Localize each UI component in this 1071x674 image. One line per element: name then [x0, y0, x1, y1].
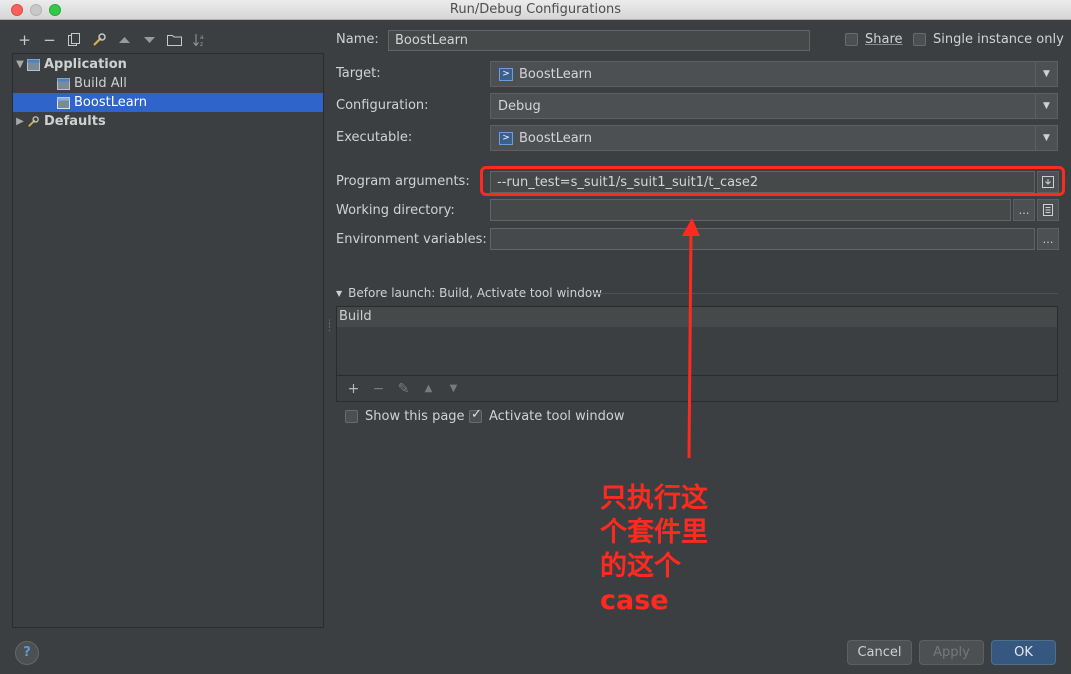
svg-text:a: a [200, 34, 204, 41]
splitter-handle[interactable]: ⋮ ⋮ [325, 320, 334, 333]
move-up-icon[interactable]: ▲ [416, 383, 441, 394]
program-arguments-label: Program arguments: [336, 174, 470, 189]
chevron-down-icon[interactable]: ▼ [1035, 62, 1057, 86]
chevron-down-icon[interactable]: ▼ [1035, 126, 1057, 150]
share-checkbox-box[interactable] [845, 33, 858, 46]
single-instance-checkbox-box[interactable] [913, 33, 926, 46]
executable-icon: > [499, 67, 513, 81]
help-button[interactable]: ? [15, 641, 39, 665]
tree-item-build-all[interactable]: Build All [13, 74, 323, 93]
chevron-down-icon[interactable]: ▼ [1035, 94, 1057, 118]
activate-tool-window-checkbox[interactable]: Activate tool window [469, 407, 625, 424]
wrench-icon [28, 115, 39, 127]
name-field[interactable]: BoostLearn [388, 30, 810, 51]
single-instance-checkbox[interactable]: Single instance only [913, 32, 1064, 47]
configuration-label: Configuration: [336, 98, 429, 113]
environment-variables-label: Environment variables: [336, 232, 487, 247]
working-directory-label: Working directory: [336, 203, 455, 218]
config-tree: ▼ Application Build All BoostLearn ▶ Def… [12, 53, 324, 628]
activate-label: Activate tool window [489, 409, 625, 424]
show-page-checkbox[interactable]: Show this page [345, 409, 465, 424]
browse-button[interactable]: … [1013, 199, 1035, 221]
annotation-arrow-icon [682, 218, 700, 459]
window-title: Run/Debug Configurations [449, 2, 622, 17]
working-directory-field[interactable] [490, 199, 1011, 221]
remove-icon[interactable]: − [366, 381, 391, 397]
config-toolbar: + − az [12, 30, 212, 50]
highlight-box [480, 166, 1065, 196]
executable-select[interactable]: > BoostLearn ▼ [490, 125, 1058, 151]
configuration-select[interactable]: Debug ▼ [490, 93, 1058, 119]
application-icon [27, 58, 40, 71]
target-select[interactable]: > BoostLearn ▼ [490, 61, 1058, 87]
application-icon [57, 96, 70, 109]
application-icon [57, 77, 70, 90]
activate-checkbox-box[interactable] [469, 407, 482, 423]
tree-item-defaults[interactable]: ▶ Defaults [13, 112, 323, 131]
collapse-arrow-icon[interactable]: ▼ [336, 289, 342, 298]
share-checkbox[interactable]: Share [845, 32, 903, 47]
executable-value: BoostLearn [519, 130, 593, 146]
tree-item-label: Application [44, 57, 127, 72]
copy-icon[interactable] [62, 30, 87, 50]
target-label: Target: [336, 66, 381, 81]
target-value: BoostLearn [519, 66, 593, 82]
tree-item-label: Defaults [44, 114, 106, 129]
before-launch-header[interactable]: ▼ Before launch: Build, Activate tool wi… [336, 286, 602, 300]
add-icon[interactable]: + [341, 381, 366, 397]
folder-icon[interactable] [162, 30, 187, 50]
svg-text:z: z [200, 41, 203, 47]
add-icon[interactable]: + [12, 30, 37, 50]
annotation-text: 只执行这 个套件里 的这个 case [600, 483, 708, 616]
move-up-icon[interactable] [112, 30, 137, 50]
move-down-icon[interactable] [137, 30, 162, 50]
collapse-arrow-icon[interactable]: ▶ [13, 116, 27, 127]
cancel-button[interactable]: Cancel [847, 640, 912, 665]
before-launch-title: Before launch: Build, Activate tool wind… [348, 286, 602, 300]
separator [592, 293, 1058, 294]
tree-item-application[interactable]: ▼ Application [13, 55, 323, 74]
executable-label: Executable: [336, 130, 413, 145]
tree-item-label: Build All [74, 76, 127, 91]
edit-defaults-icon[interactable] [87, 30, 112, 50]
share-label: Share [865, 32, 903, 47]
configuration-value: Debug [498, 98, 541, 114]
sort-icon[interactable]: az [187, 30, 212, 50]
show-page-label: Show this page [365, 409, 465, 424]
tree-item-boostlearn[interactable]: BoostLearn [13, 93, 323, 112]
executable-icon: > [499, 131, 513, 145]
edit-env-button[interactable]: … [1037, 228, 1059, 250]
show-page-checkbox-box[interactable] [345, 410, 358, 423]
tree-item-label: BoostLearn [74, 95, 148, 110]
name-label: Name: [336, 32, 379, 47]
ok-button[interactable]: OK [991, 640, 1056, 665]
expand-arrow-icon[interactable]: ▼ [13, 59, 27, 70]
apply-button[interactable]: Apply [919, 640, 984, 665]
macro-icon[interactable] [1037, 199, 1059, 221]
move-down-icon[interactable]: ▼ [441, 383, 466, 394]
remove-icon[interactable]: − [37, 30, 62, 50]
title-bar: Run/Debug Configurations [0, 0, 1071, 20]
edit-icon[interactable]: ✎ [391, 381, 416, 397]
environment-variables-field[interactable] [490, 228, 1035, 250]
single-instance-label: Single instance only [933, 32, 1064, 47]
